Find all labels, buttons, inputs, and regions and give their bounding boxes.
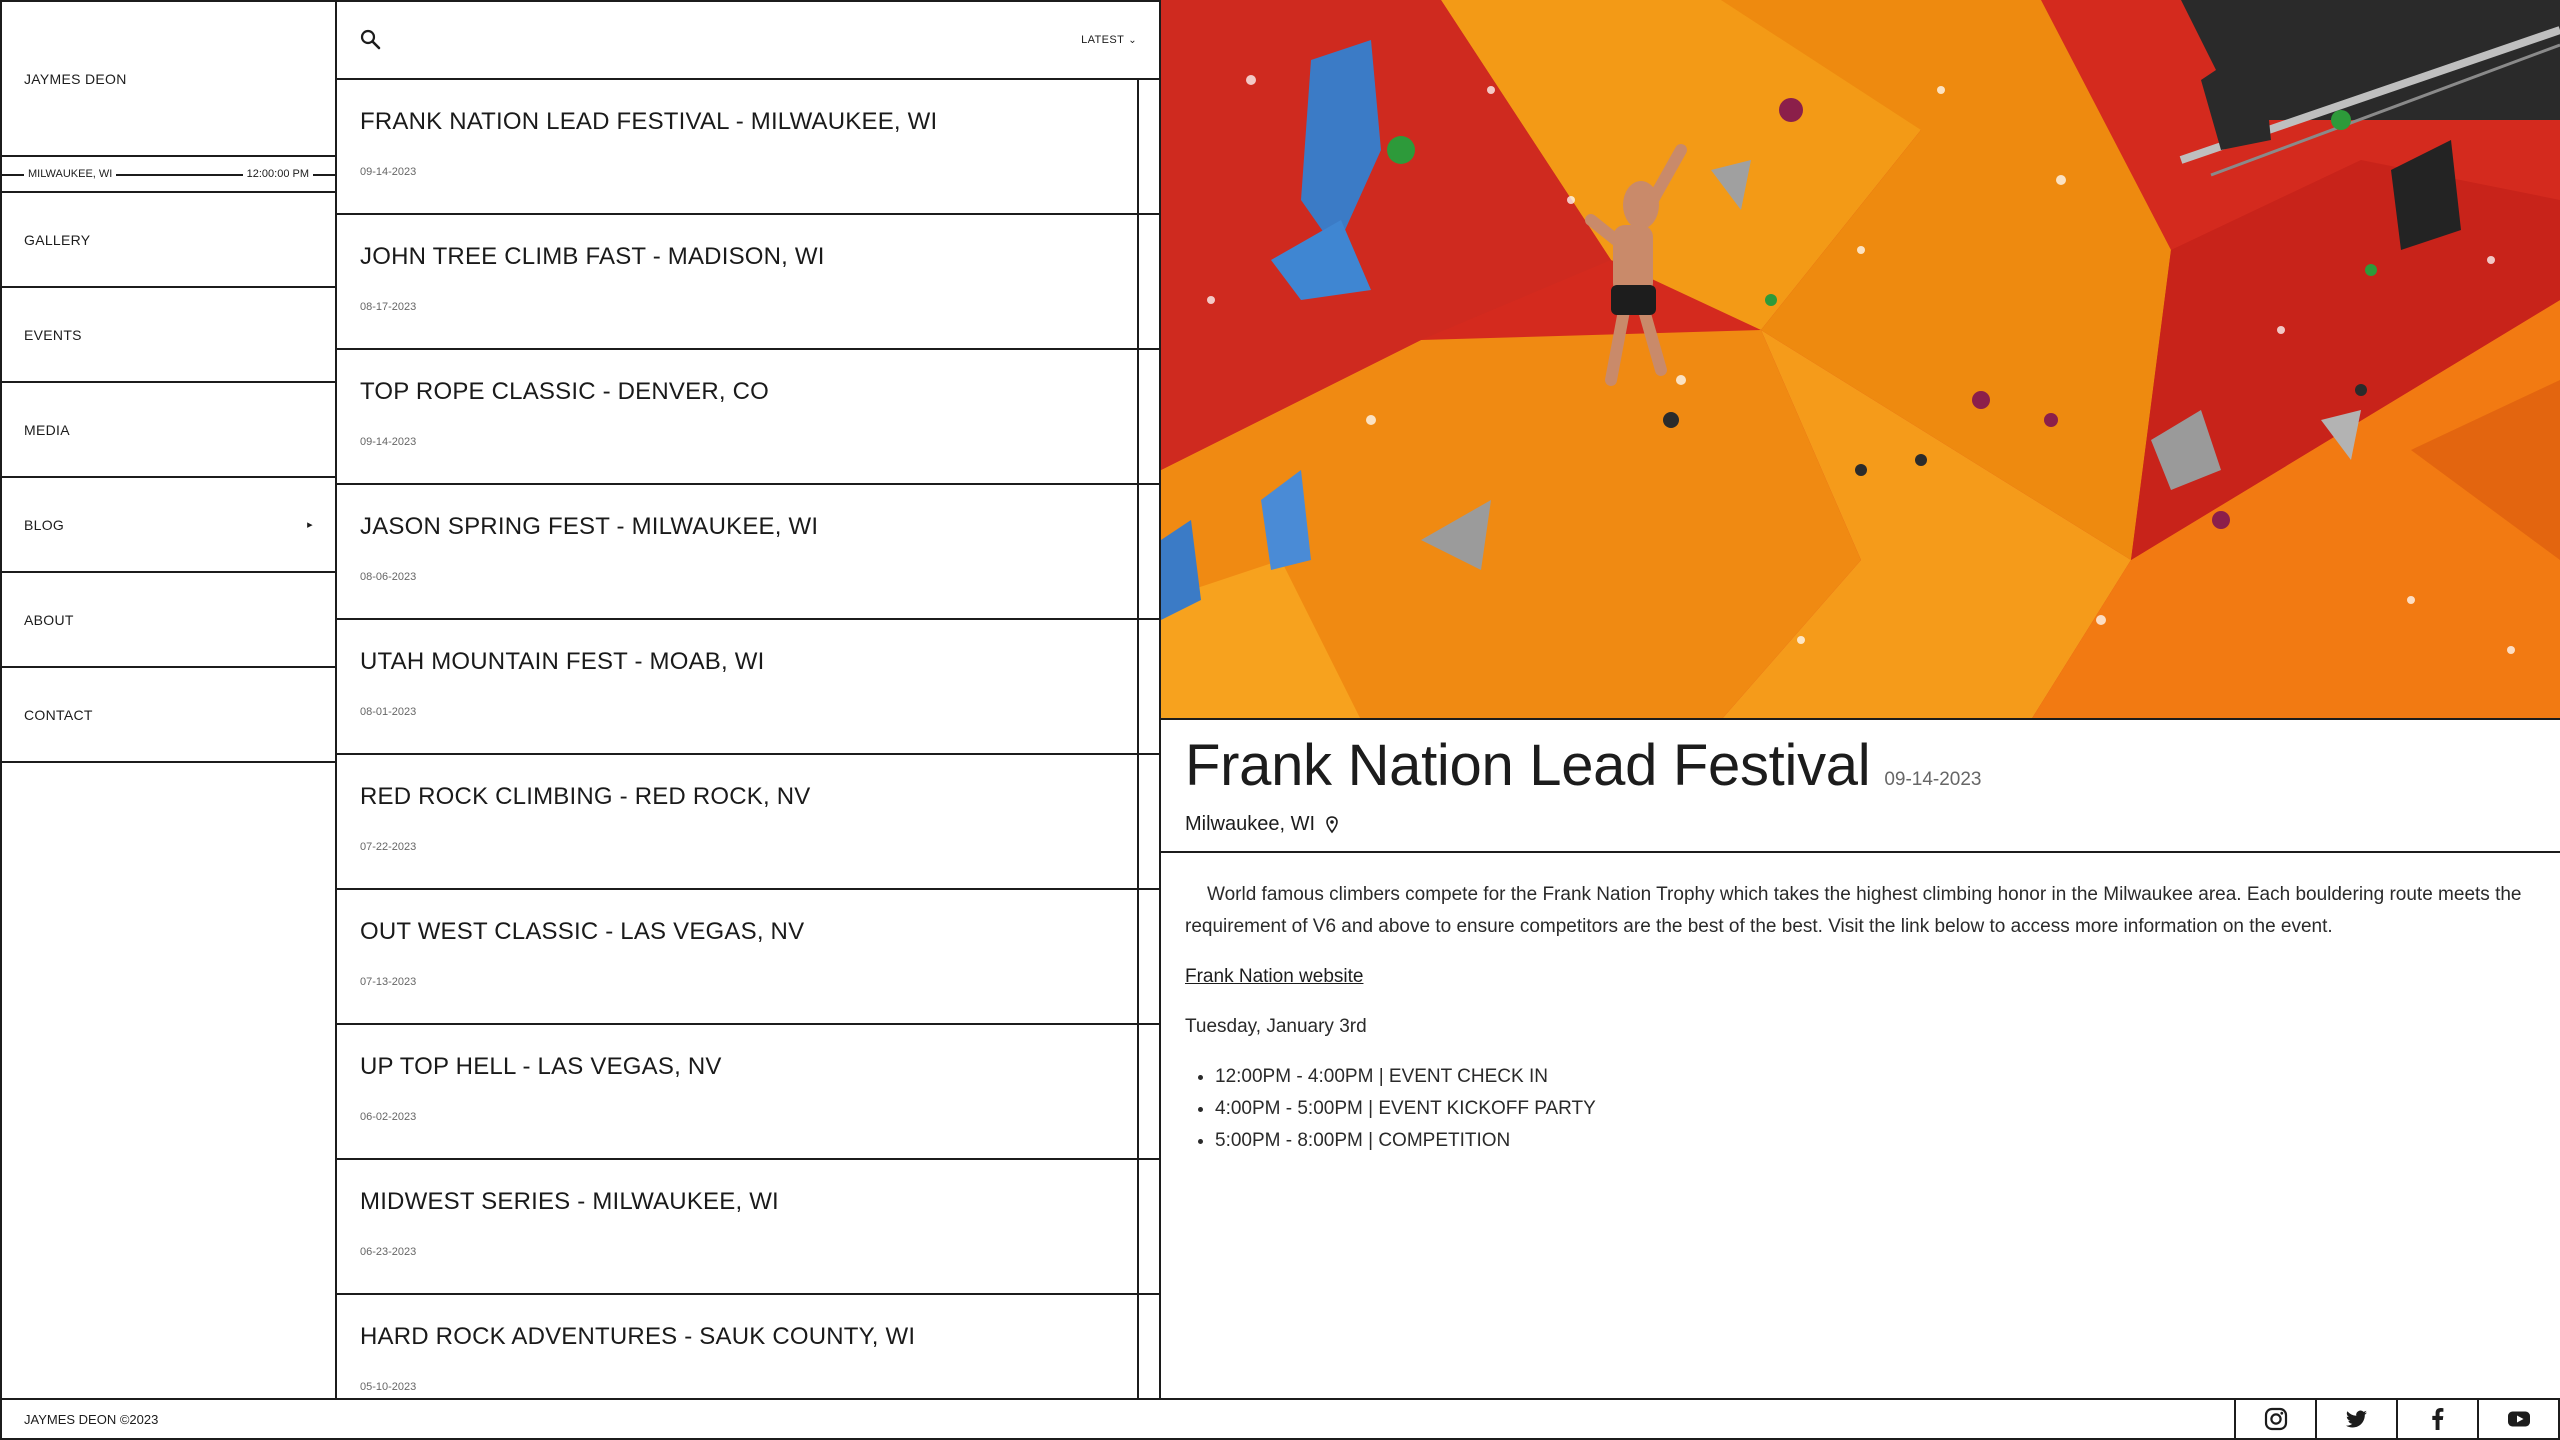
caret-right-icon: ▸: [307, 519, 313, 531]
facebook-icon: [2431, 1408, 2443, 1430]
event-list-item[interactable]: MIDWEST SERIES - MILWAUKEE, WI 06-23-2023: [337, 1160, 1159, 1295]
title-row: Frank Nation Lead Festival 09-14-2023: [1185, 732, 2560, 799]
event-list-title: MIDWEST SERIES - MILWAUKEE, WI: [360, 1188, 779, 1215]
event-list-date: 05-10-2023: [360, 1381, 417, 1393]
event-list-item[interactable]: OUT WEST CLASSIC - LAS VEGAS, NV 07-13-20…: [337, 890, 1159, 1025]
chevron-down-icon: ⌄: [1128, 34, 1137, 46]
copyright: JAYMES DEON ©2023: [24, 1411, 159, 1427]
event-list-title: JOHN TREE CLIMB FAST - MADISON, WI: [360, 243, 825, 270]
event-list-title: UTAH MOUNTAIN FEST - MOAB, WI: [360, 648, 765, 675]
nav-item-about[interactable]: ABOUT: [2, 573, 335, 668]
event-list-item[interactable]: UP TOP HELL - LAS VEGAS, NV 06-02-2023: [337, 1025, 1159, 1160]
nav-item-contact[interactable]: CONTACT: [2, 668, 335, 763]
event-list-title: UP TOP HELL - LAS VEGAS, NV: [360, 1053, 722, 1080]
event-list-item[interactable]: HARD ROCK ADVENTURES - SAUK COUNTY, WI 05…: [337, 1295, 1159, 1400]
event-list-date: 08-17-2023: [360, 301, 417, 313]
nav-item-gallery[interactable]: GALLERY: [2, 193, 335, 288]
event-schedule: 12:00PM - 4:00PM | EVENT CHECK IN 4:00PM…: [1185, 1061, 2536, 1157]
event-title: Frank Nation Lead Festival: [1185, 733, 1871, 798]
event-list-date: 06-23-2023: [360, 1246, 417, 1258]
twitter-icon: [2345, 1410, 2367, 1428]
event-list-date: 08-01-2023: [360, 706, 417, 718]
current-location: MILWAUKEE, WI: [24, 168, 117, 180]
event-location: Milwaukee, WI: [1185, 813, 2560, 836]
event-website-link[interactable]: Frank Nation website: [1185, 961, 1363, 993]
facebook-link[interactable]: [2396, 1400, 2477, 1438]
current-time: 12:00:00 PM: [242, 168, 313, 180]
event-list-item[interactable]: JOHN TREE CLIMB FAST - MADISON, WI 08-17-…: [337, 215, 1159, 350]
schedule-item: 12:00PM - 4:00PM | EVENT CHECK IN: [1215, 1061, 2536, 1093]
event-list-date: 07-22-2023: [360, 841, 417, 853]
nav-item-label: CONTACT: [24, 706, 93, 723]
event-description: World famous climbers compete for the Fr…: [1185, 884, 2522, 937]
event-list-title: OUT WEST CLASSIC - LAS VEGAS, NV: [360, 918, 805, 945]
schedule-item: 4:00PM - 5:00PM | EVENT KICKOFF PARTY: [1215, 1093, 2536, 1125]
event-day: Tuesday, January 3rd: [1185, 1016, 1367, 1037]
nav-item-blog[interactable]: BLOG ▸: [2, 478, 335, 573]
event-list-date: 09-14-2023: [360, 166, 417, 178]
sort-dropdown[interactable]: LATEST ⌄: [1081, 34, 1137, 46]
schedule-item: 5:00PM - 8:00PM | COMPETITION: [1215, 1125, 2536, 1157]
event-list-date: 07-13-2023: [360, 976, 417, 988]
instagram-icon: [2264, 1407, 2287, 1431]
youtube-icon: [2507, 1411, 2530, 1427]
event-list-date: 09-14-2023: [360, 436, 417, 448]
event-detail: Frank Nation Lead Festival 09-14-2023 Mi…: [1161, 0, 2560, 1400]
nav-item-label: MEDIA: [24, 421, 70, 438]
sort-label: LATEST: [1081, 34, 1125, 46]
event-list-item[interactable]: FRANK NATION LEAD FESTIVAL - MILWAUKEE, …: [337, 80, 1159, 215]
main-nav: GALLERY EVENTS MEDIA BLOG ▸ ABOUT CONTACT: [2, 193, 335, 763]
nav-item-label: GALLERY: [24, 231, 91, 248]
event-list-title: FRANK NATION LEAD FESTIVAL - MILWAUKEE, …: [360, 108, 938, 135]
footer: JAYMES DEON ©2023: [0, 1398, 2560, 1440]
instagram-link[interactable]: [2234, 1400, 2315, 1438]
event-list-item[interactable]: UTAH MOUNTAIN FEST - MOAB, WI 08-01-2023: [337, 620, 1159, 755]
location-time-bar: MILWAUKEE, WI 12:00:00 PM: [2, 157, 335, 193]
event-location-label: Milwaukee, WI: [1185, 813, 1316, 835]
event-detail-body: World famous climbers compete for the Fr…: [1161, 853, 2560, 1157]
event-list-title: TOP ROPE CLASSIC - DENVER, CO: [360, 378, 770, 405]
twitter-link[interactable]: [2315, 1400, 2396, 1438]
event-list-title: JASON SPRING FEST - MILWAUKEE, WI: [360, 513, 819, 540]
social-links: [2234, 1400, 2558, 1438]
sidebar: JAYMES DEON MILWAUKEE, WI 12:00:00 PM GA…: [0, 0, 337, 1400]
event-hero-image: [1161, 0, 2560, 720]
event-list-panel: LATEST ⌄ FRANK NATION LEAD FESTIVAL - MI…: [337, 0, 1161, 1400]
event-list-item[interactable]: RED ROCK CLIMBING - RED ROCK, NV 07-22-20…: [337, 755, 1159, 890]
event-list: FRANK NATION LEAD FESTIVAL - MILWAUKEE, …: [337, 80, 1159, 1400]
event-list-title: HARD ROCK ADVENTURES - SAUK COUNTY, WI: [360, 1323, 916, 1350]
event-list-item[interactable]: TOP ROPE CLASSIC - DENVER, CO 09-14-2023: [337, 350, 1159, 485]
map-pin-icon: [1326, 815, 1338, 833]
event-list-title: RED ROCK CLIMBING - RED ROCK, NV: [360, 783, 811, 810]
climbing-wall-photo: [1161, 0, 2560, 718]
event-list-date: 06-02-2023: [360, 1111, 417, 1123]
nav-item-label: BLOG: [24, 516, 65, 533]
event-list-item[interactable]: JASON SPRING FEST - MILWAUKEE, WI 08-06-2…: [337, 485, 1159, 620]
list-toolbar: LATEST ⌄: [337, 2, 1159, 80]
nav-item-media[interactable]: MEDIA: [2, 383, 335, 478]
nav-item-events[interactable]: EVENTS: [2, 288, 335, 383]
search-icon[interactable]: [357, 26, 385, 54]
event-list-date: 08-06-2023: [360, 571, 417, 583]
youtube-link[interactable]: [2477, 1400, 2558, 1438]
nav-item-label: EVENTS: [24, 326, 82, 343]
nav-item-label: ABOUT: [24, 611, 74, 628]
event-date: 09-14-2023: [1884, 769, 1982, 790]
event-detail-header: Frank Nation Lead Festival 09-14-2023 Mi…: [1161, 720, 2560, 853]
brand-name[interactable]: JAYMES DEON: [2, 2, 335, 157]
